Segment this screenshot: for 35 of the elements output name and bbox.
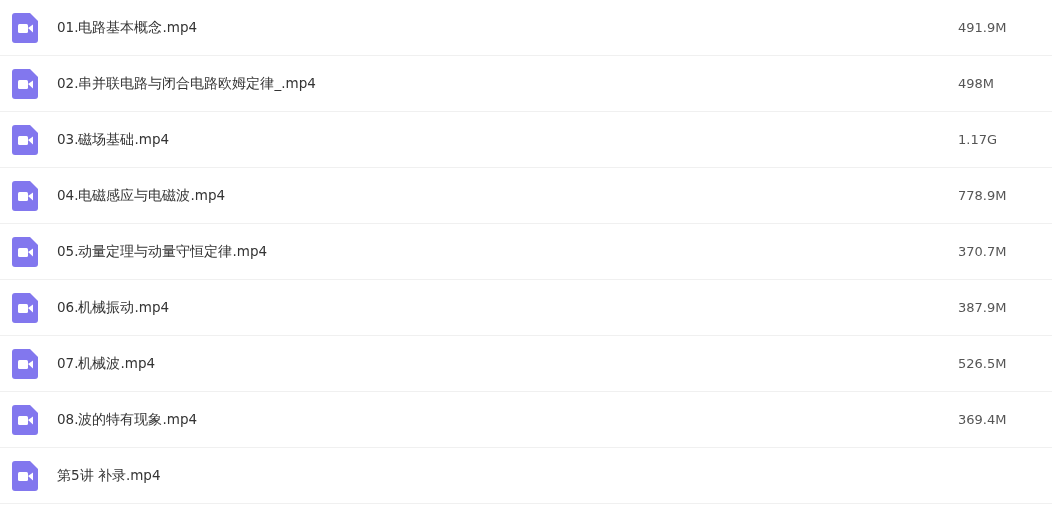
file-row[interactable]: 第5讲 补录.mp4 — [0, 448, 1052, 504]
video-file-icon — [12, 12, 38, 43]
file-row[interactable]: 06.机械振动.mp4 387.9M — [0, 280, 1052, 336]
file-name: 第5讲 补录.mp4 — [57, 466, 162, 485]
file-row[interactable]: 03.磁场基础.mp4 1.17G — [0, 112, 1052, 168]
video-file-icon — [12, 404, 38, 435]
file-size: 369.4M — [958, 412, 1008, 427]
file-name: 01.电路基本概念.mp4 — [57, 18, 199, 37]
file-size: 387.9M — [958, 300, 1008, 315]
file-row[interactable]: 08.波的特有现象.mp4 369.4M — [0, 392, 1052, 448]
file-size: 1.17G — [958, 132, 999, 147]
video-file-icon — [12, 348, 38, 379]
file-size: 526.5M — [958, 356, 1008, 371]
video-file-icon — [12, 124, 38, 155]
file-name: 07.机械波.mp4 — [57, 354, 157, 373]
video-file-icon — [12, 236, 38, 267]
file-size: 491.9M — [958, 20, 1008, 35]
video-file-icon — [12, 68, 38, 99]
file-size: 498M — [958, 76, 996, 91]
file-row[interactable]: 01.电路基本概念.mp4 491.9M — [0, 0, 1052, 56]
file-name: 06.机械振动.mp4 — [57, 298, 171, 317]
file-row[interactable]: 07.机械波.mp4 526.5M — [0, 336, 1052, 392]
file-name: 08.波的特有现象.mp4 — [57, 410, 199, 429]
file-name: 02.串并联电路与闭合电路欧姆定律_.mp4 — [57, 74, 317, 93]
file-size: 778.9M — [958, 188, 1008, 203]
file-name: 05.动量定理与动量守恒定律.mp4 — [57, 242, 269, 261]
video-file-icon — [12, 292, 38, 323]
file-row[interactable]: 02.串并联电路与闭合电路欧姆定律_.mp4 498M — [0, 56, 1052, 112]
file-row[interactable]: 05.动量定理与动量守恒定律.mp4 370.7M — [0, 224, 1052, 280]
video-file-icon — [12, 460, 38, 491]
file-name: 04.电磁感应与电磁波.mp4 — [57, 186, 227, 205]
video-file-icon — [12, 180, 38, 211]
file-row[interactable]: 04.电磁感应与电磁波.mp4 778.9M — [0, 168, 1052, 224]
file-name: 03.磁场基础.mp4 — [57, 130, 171, 149]
file-size: 370.7M — [958, 244, 1008, 259]
